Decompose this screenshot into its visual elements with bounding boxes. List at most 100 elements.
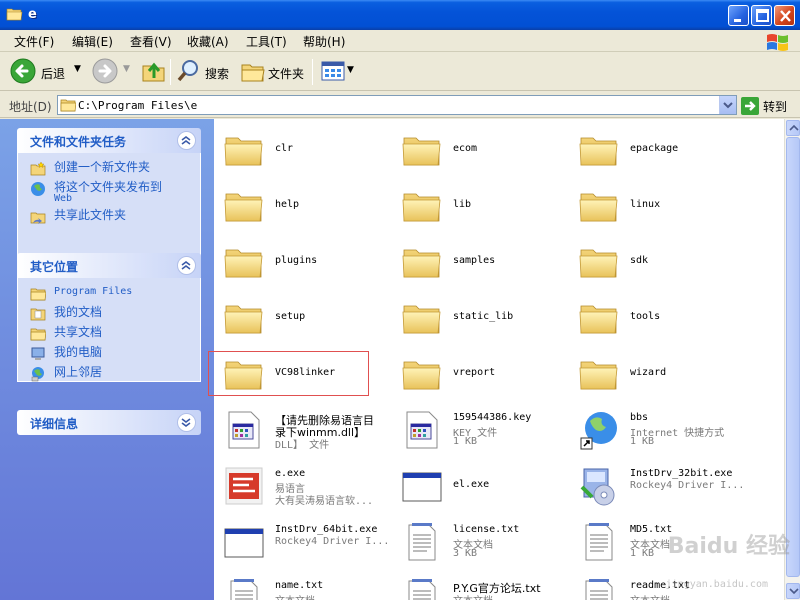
folder-item[interactable]: tools [572, 291, 750, 343]
collapse-button[interactable] [177, 256, 196, 275]
scroll-down-button[interactable] [786, 583, 800, 599]
file-name: lib [453, 199, 472, 210]
back-button[interactable]: 后退 ▼ [10, 58, 86, 86]
other-places-body: Program Files 我的文档 共享文档 我的电脑 网上邻居 [17, 278, 201, 382]
menu-file[interactable]: 文件(F) [14, 33, 54, 50]
menu-help[interactable]: 帮助(H) [303, 33, 345, 50]
address-label: 地址(D) [9, 100, 52, 114]
folder-icon [401, 129, 443, 171]
file-item[interactable]: InstDrv_64bit.exe Rockey4 Driver I... [217, 515, 395, 567]
folder-icon [578, 297, 620, 339]
close-icon [780, 10, 791, 22]
file-type: 文本文档 [275, 592, 315, 600]
chevron-up-icon [181, 136, 191, 145]
views-button[interactable]: ▼ [320, 58, 356, 86]
folder-item[interactable]: static_lib [395, 291, 573, 343]
menu-view[interactable]: 查看(V) [130, 33, 172, 50]
file-size: 大有吴涛易语言软... [275, 496, 374, 507]
scroll-thumb[interactable] [786, 137, 800, 577]
file-item[interactable]: bbs Internet 快捷方式 1 KB [572, 403, 750, 455]
forward-button[interactable]: ▼ [92, 58, 132, 86]
expand-button[interactable] [177, 413, 196, 432]
close-button[interactable] [774, 5, 795, 26]
file-type: Rockey4 Driver I... [630, 480, 745, 491]
file-item[interactable]: el.exe [395, 459, 573, 511]
folders-button[interactable]: 文件夹 [240, 58, 308, 86]
maximize-button[interactable] [751, 5, 772, 26]
file-name: sdk [630, 255, 649, 266]
place-label: Program Files [54, 286, 133, 297]
search-button[interactable]: 搜索 [176, 58, 234, 86]
folder-icon [223, 241, 265, 283]
menu-tools[interactable]: 工具(T) [246, 33, 287, 50]
file-name: license.txt [453, 524, 520, 535]
folder-item[interactable]: clr [217, 123, 395, 175]
folder-item[interactable]: epackage [572, 123, 750, 175]
watermark-url: jingyan.baidu.com [665, 579, 768, 590]
file-name: samples [453, 255, 496, 266]
file-name: ecom [453, 143, 478, 154]
window-title: e [28, 7, 37, 22]
installer-icon [578, 465, 620, 507]
chevron-up-icon [789, 124, 799, 131]
file-item[interactable]: 159544386.key KEY 文件 1 KB [395, 403, 573, 455]
address-bar: 地址(D) C:\Program Files\e 转到 [0, 92, 800, 118]
minimize-icon [734, 19, 741, 22]
minimize-button[interactable] [728, 5, 749, 26]
toolbar: 后退 ▼ ▼ 搜索 文件夹 ▼ [0, 53, 800, 91]
forward-dropdown-icon[interactable]: ▼ [123, 64, 130, 74]
address-input[interactable]: C:\Program Files\e [57, 95, 737, 115]
details-panel-header[interactable]: 详细信息 [17, 410, 201, 435]
file-item[interactable]: e.exe 易语言 大有吴涛易语言软... [217, 459, 395, 511]
folder-item[interactable]: sdk [572, 235, 750, 287]
file-type: Rockey4 Driver I... [275, 536, 390, 547]
file-item[interactable]: name.txt文本文档 [217, 571, 395, 600]
file-item[interactable]: license.txt 文本文档 3 KB [395, 515, 573, 567]
folder-item[interactable]: help [217, 179, 395, 231]
forward-arrow-icon [92, 58, 118, 84]
up-folder-button[interactable] [141, 58, 167, 86]
folder-icon [401, 297, 443, 339]
address-dropdown-button[interactable] [719, 96, 736, 114]
folder-icon [578, 353, 620, 395]
folder-item[interactable]: ecom [395, 123, 573, 175]
file-name: e.exe [275, 468, 306, 479]
folder-item[interactable]: plugins [217, 235, 395, 287]
file-item[interactable]: InstDrv_32bit.exe Rockey4 Driver I... [572, 459, 750, 511]
windows-logo-icon [767, 34, 788, 51]
dllfile-icon [223, 409, 265, 451]
folder-icon [401, 185, 443, 227]
folder-item[interactable]: lib [395, 179, 573, 231]
folder-item[interactable]: wizard [572, 347, 750, 399]
back-dropdown-icon[interactable]: ▼ [74, 64, 81, 74]
menu-edit[interactable]: 编辑(E) [72, 33, 113, 50]
tasks-panel-header[interactable]: 文件和文件夹任务 [17, 128, 201, 153]
collapse-button[interactable] [177, 131, 196, 150]
file-item[interactable]: 【请先删除易语言目 录下winmm.dll】 DLL】 文件 [217, 403, 395, 455]
file-name: vreport [453, 367, 496, 378]
elogo-icon [223, 465, 265, 507]
folder-item[interactable]: setup [217, 291, 395, 343]
scroll-up-button[interactable] [786, 120, 800, 136]
other-places-panel: 其它位置 Program Files 我的文档 共享文档 我的电脑 网上邻居 [17, 253, 201, 382]
other-places-title: 其它位置 [30, 260, 79, 274]
file-name: bbs [630, 412, 649, 423]
file-name: tools [630, 311, 661, 322]
file-name: help [275, 199, 300, 210]
folder-icon [401, 241, 443, 283]
menu-favorites[interactable]: 收藏(A) [187, 33, 229, 50]
file-item[interactable]: P.Y.G官方论坛.txt文本文档 [395, 571, 573, 600]
folder-item[interactable]: linux [572, 179, 750, 231]
file-size: DLL】 文件 [275, 440, 330, 451]
file-name: static_lib [453, 311, 514, 322]
file-name: plugins [275, 255, 318, 266]
folder-item[interactable]: samples [395, 235, 573, 287]
back-arrow-icon [10, 58, 36, 84]
file-name: 159544386.key [453, 412, 532, 423]
title-bar[interactable]: e [0, 0, 800, 30]
documents-folder-icon [30, 308, 46, 321]
file-name: name.txt [275, 580, 324, 591]
other-places-header[interactable]: 其它位置 [17, 253, 201, 278]
go-button[interactable]: 转到 [740, 96, 796, 116]
folder-item[interactable]: vreport [395, 347, 573, 399]
